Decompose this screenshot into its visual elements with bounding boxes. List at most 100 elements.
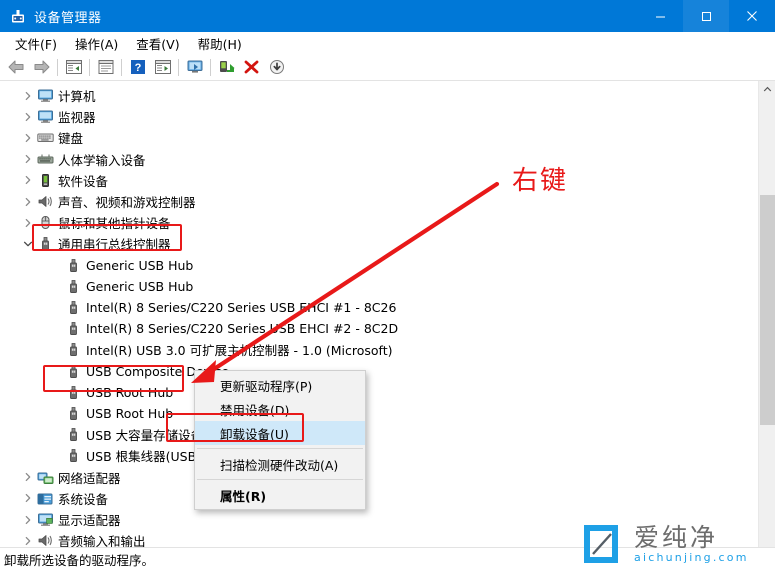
chevron-right-icon[interactable] (20, 215, 36, 231)
tree-item-network-adapters[interactable]: 网络适配器 (20, 467, 121, 488)
toolbar: ? (0, 54, 775, 80)
tree-item-usb-controllers[interactable]: 通用串行总线控制器 (20, 233, 171, 254)
tree-item-hid[interactable]: 人体学输入设备 (20, 149, 146, 170)
scroll-up-icon[interactable] (759, 81, 775, 98)
back-icon[interactable] (4, 55, 29, 79)
tree-item-intel-xhci[interactable]: Intel(R) USB 3.0 可扩展主机控制器 - 1.0 (Microso… (48, 339, 393, 360)
window-controls (637, 0, 775, 32)
tree-item-label: USB Root Hub (86, 384, 174, 400)
tree-item-label: 音频输入和输出 (58, 534, 146, 547)
chevron-right-icon[interactable] (20, 469, 36, 485)
ctx-update-driver[interactable]: 更新驱动程序(P) (195, 373, 365, 397)
ctx-properties[interactable]: 属性(R) (195, 483, 365, 507)
watermark-en: aichunjing.com (634, 550, 749, 564)
uninstall-device-icon[interactable] (239, 55, 264, 79)
menu-view[interactable]: 查看(V) (127, 32, 188, 55)
close-button[interactable] (729, 0, 775, 32)
tree-item-label: 系统设备 (58, 491, 109, 507)
show-hide-console-tree-icon[interactable] (61, 55, 86, 79)
tree-item-usb-mass-storage[interactable]: USB 大容量存储设备 (48, 424, 203, 445)
chevron-right-icon[interactable] (20, 151, 36, 167)
tree-item-mice[interactable]: 鼠标和其他指针设备 (20, 212, 171, 233)
usb-icon (64, 427, 82, 443)
tree-item-label: USB Root Hub (86, 406, 174, 421)
menu-help[interactable]: 帮助(H) (189, 32, 251, 55)
tree-item-audio-inputs-outputs[interactable]: 音频输入和输出 (20, 530, 146, 547)
software-device-icon (36, 172, 54, 188)
ctx-separator-1 (197, 448, 363, 449)
minimize-button[interactable] (637, 0, 683, 32)
ctx-scan-hardware-changes[interactable]: 扫描检测硬件改动(A) (195, 452, 365, 476)
chevron-right-icon[interactable] (20, 88, 36, 104)
tree-item-sound-video-game[interactable]: 声音、视频和游戏控制器 (20, 191, 196, 212)
properties-icon[interactable] (93, 55, 118, 79)
ctx-uninstall-device[interactable]: 卸载设备(U) (195, 421, 365, 445)
vertical-scrollbar[interactable] (758, 81, 775, 547)
help-icon[interactable]: ? (125, 55, 150, 79)
tree-item-label: 鼠标和其他指针设备 (58, 216, 171, 232)
tree-item-usb-root-hub-2[interactable]: USB Root Hub (48, 403, 173, 424)
menu-file[interactable]: 文件(F) (6, 32, 66, 55)
tree-item-label: Intel(R) 8 Series/C220 Series USB EHCI #… (86, 321, 399, 337)
tree-item-generic-usb-hub-1[interactable]: Generic USB Hub (48, 255, 193, 276)
context-menu: 更新驱动程序(P) 禁用设备(D) 卸载设备(U) 扫描检测硬件改动(A) 属性(R) (194, 370, 366, 510)
usb-icon (64, 321, 82, 337)
chevron-down-icon[interactable] (20, 236, 36, 252)
tree-item-label: 软件设备 (58, 173, 109, 189)
tree-item-software-devices[interactable]: 软件设备 (20, 170, 108, 191)
tree-item-label: 通用串行总线控制器 (58, 237, 171, 253)
chevron-right-icon[interactable] (20, 130, 36, 146)
chevron-right-icon[interactable] (20, 194, 36, 210)
aichunjing-logo-icon (578, 521, 624, 567)
tree-item-monitors[interactable]: 监视器 (20, 106, 96, 127)
tree-item-label: USB 大容量存储设备 (86, 428, 204, 444)
ctx-disable-device[interactable]: 禁用设备(D) (195, 397, 365, 421)
tree-item-display-adapters[interactable]: 显示适配器 (20, 509, 121, 530)
toolbar-separator (121, 58, 122, 76)
tree-item-intel-ehci-1[interactable]: Intel(R) 8 Series/C220 Series USB EHCI #… (48, 297, 396, 318)
chevron-right-icon[interactable] (20, 533, 36, 547)
usb-icon (64, 384, 82, 400)
tree-item-generic-usb-hub-2[interactable]: Generic USB Hub (48, 276, 193, 297)
forward-icon[interactable] (29, 55, 54, 79)
device-manager-window: 设备管理器 文件(F) 操作(A) 查看(V) 帮助(H) ? 计算机 监视器 … (0, 0, 775, 571)
menu-action[interactable]: 操作(A) (66, 32, 127, 55)
tree-item-intel-ehci-2[interactable]: Intel(R) 8 Series/C220 Series USB EHCI #… (48, 318, 398, 339)
tree-item-label: Generic USB Hub (86, 257, 194, 273)
toolbar-separator (178, 58, 179, 76)
chevron-right-icon[interactable] (20, 172, 36, 188)
title-bar: 设备管理器 (0, 0, 775, 32)
action-pane-icon[interactable] (150, 55, 175, 79)
scan-hardware-changes-icon[interactable] (182, 55, 207, 79)
chevron-right-icon[interactable] (20, 490, 36, 506)
tree-item-keyboards[interactable]: 键盘 (20, 127, 83, 148)
menu-bar: 文件(F) 操作(A) 查看(V) 帮助(H) (0, 32, 775, 54)
chevron-right-icon[interactable] (20, 512, 36, 528)
chevron-right-icon[interactable] (20, 109, 36, 125)
window-title: 设备管理器 (34, 10, 102, 26)
disable-device-icon[interactable] (264, 55, 289, 79)
update-driver-icon[interactable] (214, 55, 239, 79)
scroll-thumb[interactable] (760, 195, 775, 425)
watermark-cn: 爱纯净 (634, 522, 719, 552)
tree-item-label: 显示适配器 (58, 513, 121, 528)
tree-item-system-devices[interactable]: 系统设备 (20, 488, 108, 509)
network-icon (36, 469, 54, 485)
audio-io-icon (36, 533, 54, 547)
usb-icon (64, 406, 82, 422)
tree-item-computer[interactable]: 计算机 (20, 85, 96, 106)
svg-text:?: ? (134, 62, 141, 74)
display-adapter-icon (36, 512, 54, 528)
device-manager-icon (9, 7, 27, 25)
tree-item-usb-root-hub-1[interactable]: USB Root Hub (45, 381, 174, 403)
maximize-button[interactable] (683, 0, 729, 32)
usb-icon (64, 300, 82, 316)
